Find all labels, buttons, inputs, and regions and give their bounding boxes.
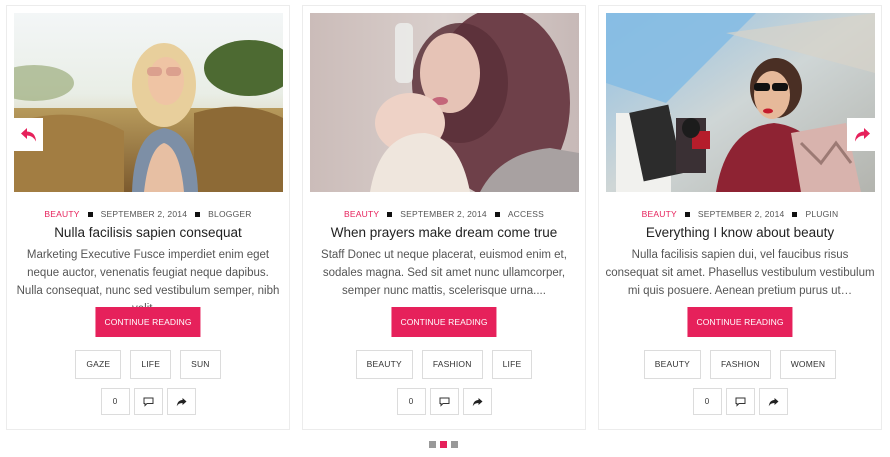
share-icon (768, 397, 778, 406)
post-meta: BEAUTY SEPTEMBER 2, 2014 BLOGGER (7, 209, 289, 219)
slider-prev-button[interactable] (14, 118, 43, 151)
share-icon (176, 397, 186, 406)
post-card: BEAUTY SEPTEMBER 2, 2014 BLOGGER Nulla fac… (6, 5, 290, 430)
comment-button[interactable] (429, 388, 459, 415)
post-image[interactable] (310, 13, 579, 192)
share-arrow-icon (854, 127, 870, 141)
comment-icon (143, 397, 153, 407)
post-image[interactable] (14, 13, 283, 192)
pagination-dot[interactable] (451, 441, 458, 448)
post-card: BEAUTY SEPTEMBER 2, 2014 ACCESS When praye… (302, 5, 586, 430)
tag-link[interactable]: WOMEN (779, 350, 837, 379)
tag-link[interactable]: BEAUTY (355, 350, 413, 379)
post-category[interactable]: BEAUTY (44, 209, 79, 219)
post-title[interactable]: When prayers make dream come true (303, 225, 585, 240)
post-meta: BEAUTY SEPTEMBER 2, 2014 PLUGIN (599, 209, 881, 219)
meta-separator (195, 211, 201, 217)
share-icon (472, 397, 482, 406)
reply-arrow-icon (20, 127, 36, 141)
meta-separator (387, 211, 393, 217)
post-image[interactable] (606, 13, 875, 192)
meta-separator (494, 211, 500, 217)
tag-link[interactable]: LIFE (130, 350, 172, 379)
post-meta-tag[interactable]: PLUGIN (805, 209, 838, 219)
post-category[interactable]: BEAUTY (344, 209, 379, 219)
like-count-button[interactable]: 0 (396, 388, 426, 415)
meta-separator (792, 211, 798, 217)
post-thumbnail[interactable] (310, 13, 579, 192)
share-button[interactable] (462, 388, 492, 415)
post-actions: 0 (303, 388, 585, 415)
post-title[interactable]: Nulla facilisis sapien consequat (7, 225, 289, 240)
post-meta: BEAUTY SEPTEMBER 2, 2014 ACCESS (303, 209, 585, 219)
post-thumbnail[interactable] (14, 13, 283, 192)
post-meta-tag[interactable]: ACCESS (508, 209, 544, 219)
comment-icon (439, 397, 449, 407)
comment-button[interactable] (133, 388, 163, 415)
meta-separator (87, 211, 93, 217)
post-category[interactable]: BEAUTY (642, 209, 677, 219)
tag-link[interactable]: FASHION (421, 350, 483, 379)
comment-icon (735, 397, 745, 407)
pagination-dot-active[interactable] (440, 441, 447, 448)
post-date: SEPTEMBER 2, 2014 (100, 209, 188, 219)
tag-link[interactable]: BEAUTY (643, 350, 701, 379)
continue-reading-button[interactable]: CONTINUE READING (95, 307, 201, 337)
tag-link[interactable]: FASHION (709, 350, 771, 379)
tag-link[interactable]: GAZE (75, 350, 122, 379)
post-date: SEPTEMBER 2, 2014 (697, 209, 785, 219)
like-count-button[interactable]: 0 (100, 388, 130, 415)
post-excerpt: Staff Donec ut neque placerat, euismod e… (321, 249, 567, 297)
post-card: BEAUTY SEPTEMBER 2, 2014 PLUGIN Everything… (598, 5, 882, 430)
like-count-button[interactable]: 0 (692, 388, 722, 415)
share-button[interactable] (758, 388, 788, 415)
post-meta-tag[interactable]: BLOGGER (208, 209, 251, 219)
tag-link[interactable]: LIFE (491, 350, 533, 379)
post-tags: BEAUTY FASHION LIFE (303, 350, 585, 379)
post-excerpt: Nulla facilisis sapien dui, vel faucibus… (605, 249, 875, 297)
continue-reading-button[interactable]: CONTINUE READING (391, 307, 497, 337)
post-tags: BEAUTY FASHION WOMEN (599, 350, 881, 379)
post-title[interactable]: Everything I know about beauty (599, 225, 881, 240)
post-tags: GAZE LIFE SUN (7, 350, 289, 379)
tag-link[interactable]: SUN (180, 350, 221, 379)
share-button[interactable] (166, 388, 196, 415)
slider-next-button[interactable] (847, 118, 876, 151)
post-actions: 0 (7, 388, 289, 415)
post-thumbnail[interactable] (606, 13, 875, 192)
post-actions: 0 (599, 388, 881, 415)
continue-reading-button[interactable]: CONTINUE READING (687, 307, 793, 337)
slider-pagination (429, 441, 458, 448)
post-date: SEPTEMBER 2, 2014 (400, 209, 487, 219)
meta-separator (684, 211, 690, 217)
comment-button[interactable] (725, 388, 755, 415)
pagination-dot[interactable] (429, 441, 436, 448)
